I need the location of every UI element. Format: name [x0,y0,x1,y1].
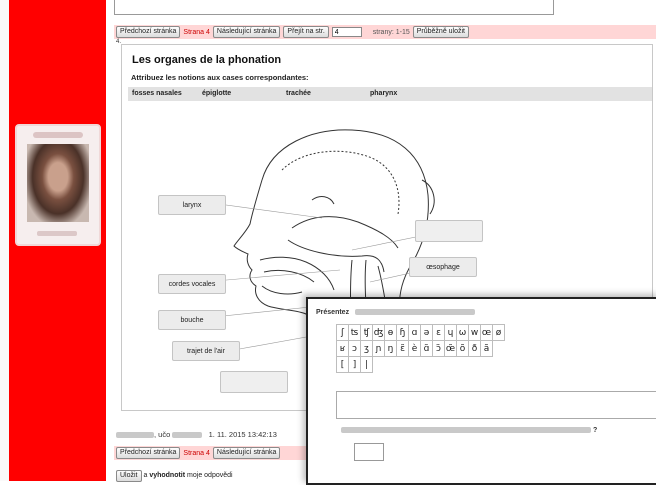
drop-zone-larynx[interactable]: larynx [158,195,226,215]
page-range: strany: 1-15 [372,28,410,36]
ipa-key[interactable]: ω [456,324,469,341]
short-answer-input[interactable] [354,443,384,461]
ipa-key[interactable]: ɑ [408,324,421,341]
page-number-input[interactable] [331,27,362,37]
drop-zone-bouche[interactable]: bouche [158,310,226,330]
submit-button[interactable]: Uložit [116,470,142,482]
ipa-key[interactable]: ŋ [384,340,397,357]
submit-text-2: moje odpovědi [185,472,233,479]
overlay-title-text: Présentez [316,309,350,316]
ipa-key[interactable]: ɧ [396,324,409,341]
ipa-key[interactable]: ɲ [372,340,385,357]
ipa-keyboard: ʃ ʦ ʧ ʤ ɵ ɧ ɑ ə ɛ ɥ ω w œ ø ʁ ɔ ʒ ɲ ŋ ɛ̃… [336,324,505,373]
profile-name-blurred [33,132,83,138]
current-page-bottom: Strana 4 [183,449,210,457]
profile-card [15,124,101,246]
ipa-key[interactable]: õ [456,340,469,357]
ipa-key[interactable]: ] [348,356,361,373]
ipa-key[interactable]: ɔ̃ [432,340,445,357]
overlay-title: Présentez [316,309,476,316]
overlay-question: ? [341,427,597,434]
ipa-key[interactable]: è [408,340,421,357]
drop-zone-empty-2[interactable] [220,371,288,393]
blurred-uco [172,432,203,439]
page-nav-top: Předchozí stránka Strana 4 Následující s… [114,25,656,39]
ipa-key[interactable]: ã [480,340,493,357]
next-page-button[interactable]: Následující stránka [212,26,281,38]
drop-zone-empty-1[interactable] [415,220,483,242]
ipa-key[interactable]: œ̃ [444,340,457,357]
drop-zone-cordes-vocales[interactable]: cordes vocales [158,274,226,294]
ipa-key[interactable]: [ [336,356,349,373]
ipa-key[interactable]: ʒ [360,340,373,357]
ipa-key[interactable]: ʦ [348,324,361,341]
ipa-key[interactable]: ɔ [348,340,361,357]
ipa-key[interactable]: ɵ [384,324,397,341]
ipa-key[interactable]: | [360,356,373,373]
term-epiglotte[interactable]: épiglotte [202,90,231,97]
profile-sub-blurred [37,231,77,236]
blurred-name [116,432,154,439]
submit-bold: vyhodnotit [149,472,186,479]
term-fosses-nasales[interactable]: fosses nasales [132,90,182,97]
ipa-key[interactable]: ʁ [336,340,349,357]
save-progress-button[interactable]: Průběžně uložit [412,26,470,38]
uco-label: , učo [154,430,171,439]
ipa-key[interactable]: w [468,324,481,341]
next-page-button-bottom[interactable]: Následující stránka [212,447,281,459]
ipa-key[interactable]: ʧ [360,324,373,341]
term-trachee[interactable]: trachée [286,90,311,97]
timestamp: 1. 11. 2015 13:42:13 [208,430,277,439]
question-mark: ? [592,427,598,434]
ipa-key[interactable]: ð [468,340,481,357]
drop-zone-oesophage[interactable]: œsophage [409,257,477,277]
blurred-question-text [341,427,591,434]
blurred-overlay-title [355,309,476,316]
drop-zone-trajet-air[interactable]: trajet de l'air [172,341,240,361]
ipa-question-overlay: Présentez ʃ ʦ ʧ ʤ ɵ ɧ ɑ ə ɛ ɥ ω w œ ø ʁ … [306,297,656,485]
ipa-key[interactable]: ø [492,324,505,341]
ipa-key[interactable]: ə [420,324,433,341]
ipa-key[interactable]: ʃ [336,324,349,341]
term-bank: fosses nasales épiglotte trachée pharynx [128,87,652,101]
current-page: Strana 4 [183,28,210,36]
top-input-bar [114,0,554,15]
ipa-key[interactable]: ɑ̃ [420,340,433,357]
ipa-key[interactable]: ʤ [372,324,385,341]
ipa-empty-cell [493,341,505,357]
term-pharynx[interactable]: pharynx [370,90,397,97]
question-title: Les organes de la phonation [132,54,282,66]
ipa-key[interactable]: ɛ [432,324,445,341]
submit-row: Uložit a vyhodnotit moje odpovědi [116,470,233,482]
answer-textarea[interactable] [336,391,656,419]
ipa-key[interactable]: ɥ [444,324,457,341]
prev-page-button-bottom[interactable]: Předchozí stránka [116,447,181,459]
ipa-key[interactable]: œ [480,324,493,341]
goto-page-button[interactable]: Přejít na str. [283,26,329,38]
submission-info: , učo 1. 11. 2015 13:42:13 [116,430,277,439]
ipa-key[interactable]: ɛ̃ [396,340,409,357]
avatar [27,144,89,222]
question-instruction: Attribuez les notions aux cases correspo… [131,73,309,82]
prev-page-button[interactable]: Předchozí stránka [116,26,181,38]
